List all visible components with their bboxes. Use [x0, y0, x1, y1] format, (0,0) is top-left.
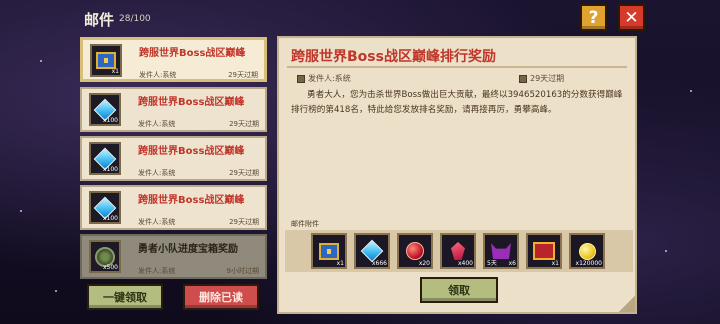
receive-button[interactable]: 领取: [420, 277, 498, 303]
mail-item-qty: x1: [111, 68, 119, 75]
calendar-icon: [519, 74, 527, 83]
star: [40, 60, 42, 62]
mail-item-expire: 29天过期: [228, 71, 258, 79]
mail-item-expire: 29天过期: [229, 169, 259, 177]
chest-icon: [319, 242, 339, 260]
demon-icon: [491, 243, 511, 259]
mail-item-title: 跨服世界Boss战区巅峰: [138, 97, 245, 108]
red-gem-icon: [451, 242, 465, 260]
detail-sender-text: 发件人:系统: [308, 74, 351, 83]
delete-read-button[interactable]: 删除已读: [183, 284, 259, 310]
divider: [287, 66, 627, 68]
attachment-qty: x1: [551, 260, 559, 267]
red-chest-icon: [533, 242, 555, 260]
attachment-item[interactable]: x120000: [569, 233, 605, 269]
mail-item-qty: x500: [102, 264, 118, 271]
claim-all-button[interactable]: 一键领取: [87, 284, 163, 310]
mail-item-title: 勇者小队进度宝箱奖励: [138, 244, 238, 255]
mail-item-qty: x100: [102, 215, 118, 222]
detail-expire: 29天过期: [519, 73, 564, 84]
mail-item-icon-box: x100: [89, 93, 121, 126]
help-button[interactable]: ?: [580, 4, 607, 31]
chest-icon: [96, 52, 116, 69]
star: [20, 210, 22, 212]
star: [665, 250, 667, 252]
mail-item-title: 跨服世界Boss战区巅峰: [138, 146, 245, 157]
attachment-item[interactable]: 5天 x6: [483, 233, 519, 269]
mail-item-icon-box: x500: [89, 240, 121, 273]
mail-item-expire: 9小时过期: [226, 267, 259, 275]
mail-title: 邮件: [84, 11, 115, 29]
attachment-item[interactable]: x1: [311, 233, 347, 269]
attachment-item[interactable]: x1: [526, 233, 562, 269]
person-icon: [297, 74, 305, 83]
mail-item[interactable]: x1 跨服世界Boss战区巅峰 发件人:系统 29天过期: [80, 37, 267, 82]
attachment-item[interactable]: x20: [397, 233, 433, 269]
detail-title: 跨服世界Boss战区巅峰排行奖励: [291, 49, 496, 65]
mail-item[interactable]: x100 跨服世界Boss战区巅峰 发件人:系统 29天过期: [80, 136, 267, 181]
diamond-icon: [360, 239, 384, 263]
mail-item[interactable]: x100 跨服世界Boss战区巅峰 发件人:系统 29天过期: [80, 185, 267, 230]
attachment-qty: x1: [336, 260, 344, 267]
mail-item-icon-box: x1: [90, 44, 122, 77]
page-curl: [619, 296, 635, 312]
star: [690, 90, 692, 92]
mail-item-sender: 发件人:系统: [138, 120, 176, 128]
attachment-qty: x400: [457, 260, 473, 267]
attachment-item[interactable]: x400: [440, 233, 476, 269]
detail-expire-text: 29天过期: [530, 74, 565, 83]
mail-item-sender: 发件人:系统: [138, 267, 176, 275]
mail-item-title: 跨服世界Boss战区巅峰: [138, 195, 245, 206]
detail-sender: 发件人:系统: [297, 73, 351, 84]
red-orb-icon: [406, 242, 424, 260]
mail-item-sender: 发件人:系统: [138, 169, 176, 177]
attachments-label: 邮件附件: [291, 220, 319, 228]
detail-body: 勇者大人，您为击杀世界Boss做出巨大贡献，最终以3946520163的分数获得…: [291, 90, 623, 115]
attachment-qty: x120000: [575, 260, 602, 267]
mail-item-icon-box: x100: [89, 191, 121, 224]
help-icon: ?: [588, 7, 599, 28]
mail-item-qty: x100: [102, 117, 118, 124]
mail-item-expire: 29天过期: [229, 218, 259, 226]
mail-count: 28/100: [119, 14, 151, 24]
attachment-duration: 5天: [487, 260, 497, 267]
attachment-qty: x666: [371, 260, 387, 267]
mail-item-sender: 发件人:系统: [138, 218, 176, 226]
gold-coin-icon: [578, 242, 596, 260]
close-button[interactable]: ✕: [618, 4, 645, 31]
attachment-qty: x20: [418, 260, 430, 267]
mail-item-icon-box: x100: [89, 142, 121, 175]
star: [55, 290, 57, 292]
mail-item-qty: x100: [102, 166, 118, 173]
close-icon: ✕: [624, 7, 639, 28]
mail-detail-panel: 跨服世界Boss战区巅峰排行奖励 发件人:系统 29天过期 勇者大人，您为击杀世…: [277, 36, 637, 314]
mail-item-expire: 29天过期: [229, 120, 259, 128]
mail-item[interactable]: x500 勇者小队进度宝箱奖励 发件人:系统 9小时过期: [80, 234, 267, 279]
attachment-qty: x6: [508, 260, 516, 267]
attachment-item[interactable]: x666: [354, 233, 390, 269]
mail-item-sender: 发件人:系统: [139, 71, 177, 79]
mail-item[interactable]: x100 跨服世界Boss战区巅峰 发件人:系统 29天过期: [80, 87, 267, 132]
mail-item-title: 跨服世界Boss战区巅峰: [139, 48, 246, 59]
